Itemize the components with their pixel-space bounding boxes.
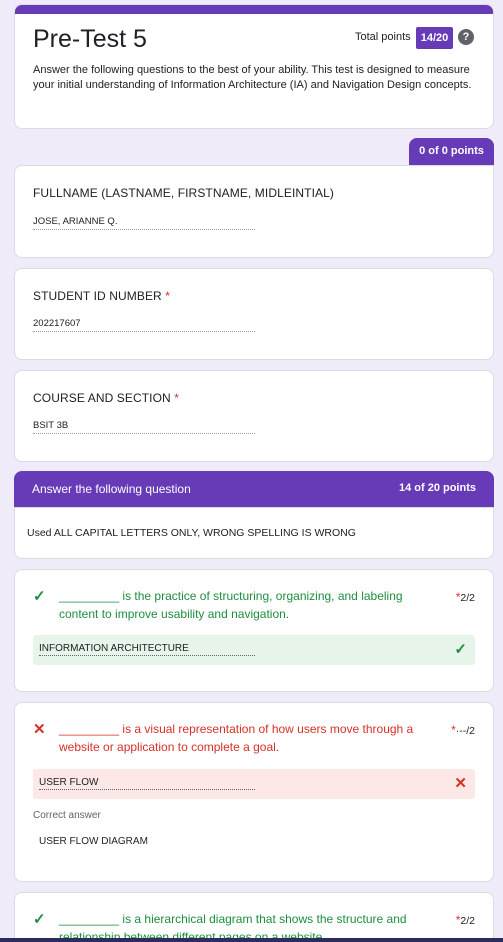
question-text: _________ is the practice of structuring… [59,589,403,621]
cross-icon: ✕ [33,721,46,738]
section-header: Answer the following question 14 of 20 p… [14,471,494,507]
answer-box: INFORMATION ARCHITECTURE ✓ [33,635,475,665]
section-points: 14 of 20 points [398,482,476,494]
question-title: FULLNAME (LASTNAME, FIRSTNAME, MIDLEINTI… [33,186,334,200]
section-points-tab: 0 of 0 points [409,138,494,165]
header-accent-bar [15,5,493,14]
question-points: *·--/2 [451,723,475,737]
question-card-course: COURSE AND SECTION * BSIT 3B [14,370,494,462]
help-icon[interactable]: ? [458,29,474,45]
question-title-text: STUDENT ID NUMBER [33,289,162,303]
required-asterisk: * [174,391,180,405]
question-title-text: COURSE AND SECTION [33,391,171,405]
score-badge: 14/20 [416,27,453,49]
correct-answer-value: USER FLOW DIAGRAM [39,836,148,847]
question-card: ✓ _________ is the practice of structuri… [14,569,494,692]
answer-box: USER FLOW ✕ [33,769,475,799]
question-card: ✓ _________ is a hierarchical diagram th… [14,892,494,942]
section-title: Answer the following question [32,482,191,496]
question-title-text: FULLNAME (LASTNAME, FIRSTNAME, MIDLEINTI… [33,186,335,200]
check-icon: ✓ [454,641,467,658]
check-icon: ✓ [33,588,46,605]
section-description: Used ALL CAPITAL LETTERS ONLY, WRONG SPE… [27,527,356,539]
question-text: _________ is a visual representation of … [59,722,414,754]
points-value: ·--/2 [455,725,475,737]
question-points: *2/2 [456,590,475,604]
form-title: Pre-Test 5 [33,25,147,53]
form-description: Answer the following questions to the be… [33,64,472,91]
question-card-student-id: STUDENT ID NUMBER * 202217607 [14,268,494,360]
question-card: ✕ _________ is a visual representation o… [14,702,494,882]
bottom-edge-bar [0,938,503,942]
question-card-fullname: FULLNAME (LASTNAME, FIRSTNAME, MIDLEINTI… [14,165,494,258]
question-points: *2/2 [456,913,475,927]
total-points-label: Total points [355,31,411,43]
cross-icon: ✕ [454,775,467,792]
answer-field-fullname[interactable]: JOSE, ARIANNE Q. [33,216,255,230]
form-header-card: Pre-Test 5 Total points 14/20 ? Answer t… [14,4,494,129]
section-description-card: Used ALL CAPITAL LETTERS ONLY, WRONG SPE… [14,507,494,559]
answer-field-course[interactable]: BSIT 3B [33,420,255,434]
question-title: STUDENT ID NUMBER * [33,289,170,303]
points-value: 2/2 [460,592,475,604]
points-value: 2/2 [460,915,475,927]
answer-field-student-id[interactable]: 202217607 [33,318,255,332]
answer-field[interactable]: INFORMATION ARCHITECTURE [39,643,255,656]
question-title: COURSE AND SECTION * [33,391,179,405]
correct-answer-label: Correct answer [33,810,101,821]
answer-field[interactable]: USER FLOW [39,777,255,790]
check-icon: ✓ [33,911,46,928]
required-asterisk: * [165,289,171,303]
